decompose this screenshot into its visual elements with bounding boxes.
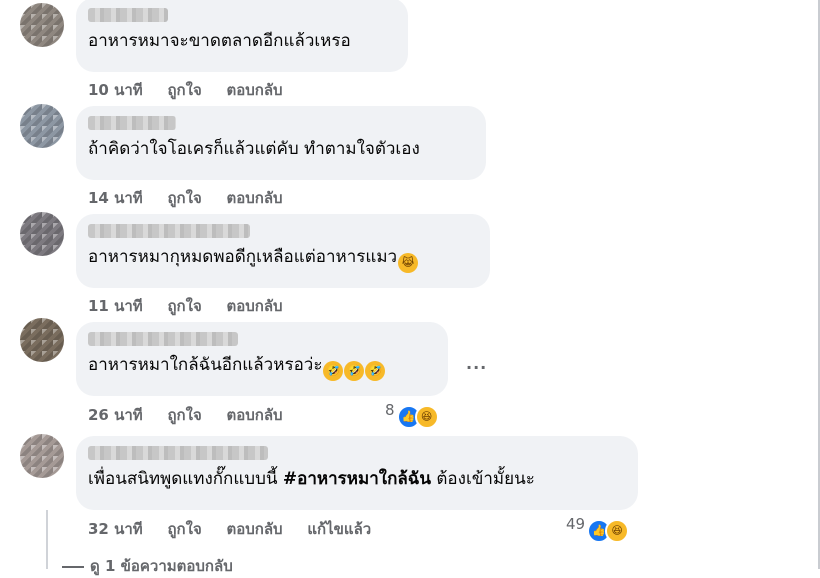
timestamp[interactable]: 10 นาที (88, 78, 143, 102)
view-replies-label: ดู 1 ข้อความตอบกลับ (90, 557, 233, 575)
comment-bubble: ถ้าคิดว่าใจโอเครก็แล้วแต่คับ ทำตามใจตัวเ… (76, 106, 486, 180)
edited-label: แก้ไขแล้ว (307, 520, 372, 538)
comment-text-prefix: เพื่อนสนิทพูดแทงกั๊กแบบนี้ (88, 469, 278, 489)
commenter-name-blurred[interactable] (88, 116, 176, 130)
timestamp[interactable]: 26 นาที (88, 403, 143, 427)
comment-actions: 10 นาที ถูกใจ ตอบกลับ (88, 78, 303, 102)
reply-button[interactable]: ตอบกลับ (227, 294, 283, 318)
haha-reaction-icon: 😆 (605, 519, 630, 543)
reply-hook-icon (62, 565, 84, 568)
timestamp[interactable]: 11 นาที (88, 294, 143, 318)
reaction-count: 8 (385, 401, 395, 419)
avatar[interactable] (20, 212, 64, 256)
avatar[interactable] (20, 434, 64, 478)
comment-bubble: อาหารหมาใกล้ฉันอีกแล้วหรอว่ะ 🤣 🤣 🤣 (76, 322, 448, 396)
rofl-icon: 🤣 (323, 361, 344, 381)
like-button[interactable]: ถูกใจ (167, 517, 201, 541)
comment-actions: 26 นาที ถูกใจ ตอบกลับ (88, 403, 303, 427)
reaction-count: 49 (566, 515, 586, 533)
comment-bubble: เพื่อนสนิทพูดแทงกั๊กแบบนี้ #อาหารหมาใกล้… (76, 436, 638, 510)
avatar[interactable] (20, 104, 64, 148)
avatar[interactable] (20, 318, 64, 362)
view-replies-link[interactable]: ดู 1 ข้อความตอบกลับ (62, 554, 233, 578)
avatar[interactable] (20, 3, 64, 47)
comment-actions: 11 นาที ถูกใจ ตอบกลับ (88, 294, 303, 318)
like-button[interactable]: ถูกใจ (167, 294, 201, 318)
comment-actions: 32 นาที ถูกใจ ตอบกลับ แก้ไขแล้ว (88, 517, 391, 541)
comment-text: อาหารหมาจะขาดตลาดอีกแล้วเหรอ (88, 31, 351, 51)
commenter-name-blurred[interactable] (88, 446, 268, 460)
comment-bubble: อาหารหมาจะขาดตลาดอีกแล้วเหรอ (76, 0, 408, 72)
like-button[interactable]: ถูกใจ (167, 186, 201, 210)
commenter-name-blurred[interactable] (88, 332, 238, 346)
rofl-icon: 🤣 (365, 361, 386, 381)
comment-text: อาหารหมาใกล้ฉันอีกแล้วหรอว่ะ 🤣 🤣 🤣 (88, 354, 436, 381)
rofl-icon: 🤣 (344, 361, 365, 381)
like-button[interactable]: ถูกใจ (167, 78, 201, 102)
reaction-summary[interactable]: 8 👍 😆 (385, 401, 439, 429)
comment-text: เพื่อนสนิทพูดแทงกั๊กแบบนี้ #อาหารหมาใกล้… (88, 468, 626, 490)
commenter-name-blurred[interactable] (88, 8, 168, 22)
hashtag-link[interactable]: #อาหารหมาใกล้ฉัน (283, 469, 431, 489)
reaction-summary[interactable]: 49 👍 😆 (566, 515, 630, 543)
timestamp[interactable]: 32 นาที (88, 517, 143, 541)
reply-button[interactable]: ตอบกลับ (227, 186, 283, 210)
thread-connector (46, 510, 48, 569)
commenter-name-blurred[interactable] (88, 224, 250, 238)
comment-text: อาหารหมากุหมดพอดีกูเหลือแต่อาหารแมว 😹 (88, 246, 478, 273)
comment-text: ถ้าคิดว่าใจโอเครก็แล้วแต่คับ ทำตามใจตัวเ… (88, 139, 420, 159)
haha-reaction-icon: 😆 (414, 405, 439, 429)
timestamp[interactable]: 14 นาที (88, 186, 143, 210)
reply-button[interactable]: ตอบกลับ (227, 403, 283, 427)
comment-text-body: อาหารหมากุหมดพอดีกูเหลือแต่อาหารแมว (88, 247, 398, 267)
like-button[interactable]: ถูกใจ (167, 403, 201, 427)
comment-actions: 14 นาที ถูกใจ ตอบกลับ (88, 186, 303, 210)
comment-text-suffix: ต้องเข้ามั้ยนะ (436, 469, 535, 489)
reply-button[interactable]: ตอบกลับ (227, 78, 283, 102)
comment-bubble: อาหารหมากุหมดพอดีกูเหลือแต่อาหารแมว 😹 (76, 214, 490, 288)
reply-button[interactable]: ตอบกลับ (227, 517, 283, 541)
crying-laughing-cat-icon: 😹 (398, 253, 419, 273)
comment-text-body: อาหารหมาใกล้ฉันอีกแล้วหรอว่ะ (88, 355, 323, 375)
more-options-button[interactable]: ... (466, 354, 487, 373)
